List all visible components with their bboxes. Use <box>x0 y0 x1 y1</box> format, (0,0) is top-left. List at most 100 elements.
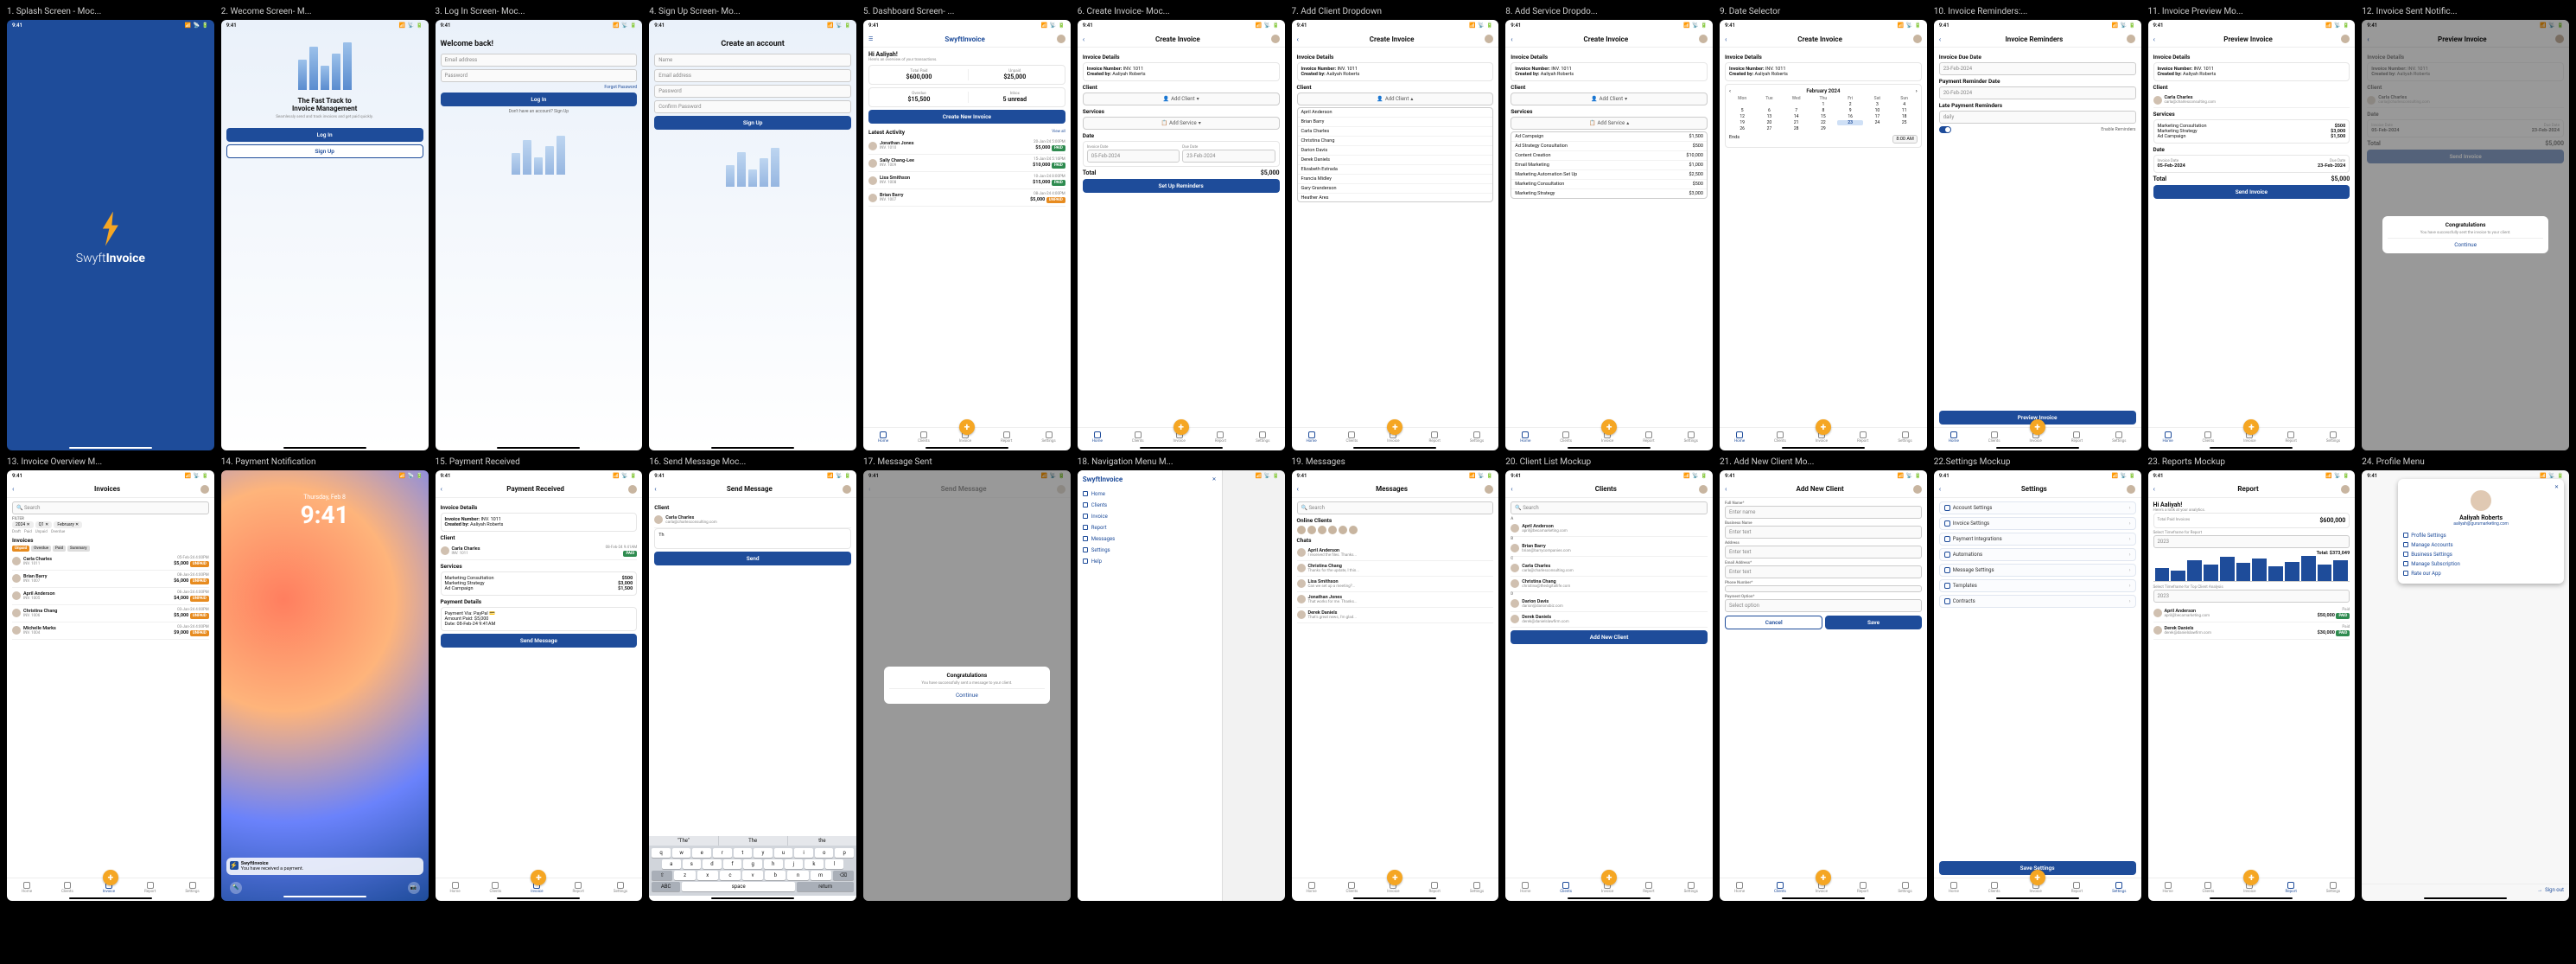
forgot-link[interactable]: Forgot Password <box>441 85 638 90</box>
send-button[interactable]: Send <box>654 552 851 565</box>
name-input[interactable]: Name <box>654 54 851 67</box>
add-client-screen: 9:41📶 📡 🔋 ‹Add New Client Full Name*Ente… <box>1720 470 1927 901</box>
navigation-drawer: SwyftInvoice✕ HomeClientsInvoiceReportMe… <box>1078 470 1223 901</box>
modal-scrim: Congratulations You have successfully se… <box>2362 20 2569 450</box>
close-icon[interactable]: ✕ <box>1212 476 1217 482</box>
settings-row[interactable]: Account Settings› <box>1939 501 2136 514</box>
login-button[interactable]: Log In <box>226 128 423 142</box>
camera-icon[interactable]: 📷 <box>408 882 420 894</box>
search-input[interactable]: 🔍 Search <box>1511 501 1708 514</box>
payment-received-screen: 9:41📶 📡 🔋 ‹Payment Received Invoice Deta… <box>436 470 643 901</box>
tab-report[interactable]: Report <box>1001 431 1012 444</box>
activity-row[interactable]: Jonathan JonesINV. 101020-Jan-24 5:00PM$… <box>868 137 1065 155</box>
payment-notification[interactable]: ⚡ SwyftInvoiceYou have received a paymen… <box>226 858 423 875</box>
avatar[interactable] <box>1057 35 1065 43</box>
cancel-button[interactable]: Cancel <box>1725 616 1822 629</box>
drawer-item[interactable]: Home <box>1083 488 1217 500</box>
profile-item[interactable]: Manage Subscription <box>2403 559 2559 569</box>
email-input[interactable]: Email address <box>441 54 638 67</box>
settings-row[interactable]: Automations› <box>1939 548 2136 561</box>
login-button[interactable]: Log In <box>441 93 638 106</box>
create-invoice-button[interactable]: Create New Invoice <box>868 110 1065 124</box>
search-input[interactable]: 🔍 Search <box>12 501 209 514</box>
send-message-screen: 9:41📶 📡 🔋 ‹Send Message Client Carla Cha… <box>649 470 856 901</box>
profile-item[interactable]: Manage Accounts <box>2403 540 2559 550</box>
send-invoice-button[interactable]: Send Invoice <box>2153 185 2350 199</box>
password-input[interactable]: Password <box>441 69 638 82</box>
send-message-button[interactable]: Send Message <box>441 634 638 648</box>
reminders-screen: 9:41📶 📡 🔋 ‹Invoice Reminders Invoice Due… <box>1934 20 2141 450</box>
bolt-icon <box>98 212 124 246</box>
add-service-select[interactable]: 📋 Add Service ▾ <box>1083 117 1280 130</box>
drawer-item[interactable]: Settings <box>1083 545 1217 556</box>
activity-row[interactable]: Sally Chang-LeeINV. 100915-Jan-24 5:16PM… <box>868 155 1065 172</box>
login-title: Welcome back! <box>441 40 638 48</box>
password-input[interactable]: Password <box>654 85 851 98</box>
lock-screen: 📶 📡 🔋 Thursday, Feb 8 9:41 ⚡ SwyftInvoic… <box>221 470 429 901</box>
view-all-link[interactable]: View all <box>1052 130 1065 134</box>
tab-settings[interactable]: Settings <box>1041 431 1055 444</box>
profile-item[interactable]: Rate our App <box>2403 569 2559 578</box>
settings-row[interactable]: Invoice Settings› <box>1939 517 2136 530</box>
close-icon[interactable]: ✕ <box>2403 484 2559 490</box>
add-client-button[interactable]: Add New Client <box>1511 630 1708 644</box>
menu-icon[interactable]: ☰ <box>868 36 873 42</box>
filter-chip[interactable]: Q1 ✕ <box>35 521 53 528</box>
search-input[interactable]: 🔍 Search <box>1297 501 1494 514</box>
client-list-screen: 9:41📶 📡 🔋 ‹Clients 🔍 Search AApril Ander… <box>1505 470 1713 901</box>
avatar[interactable] <box>1271 35 1280 43</box>
drawer-item[interactable]: Help <box>1083 556 1217 567</box>
drawer-item[interactable]: Report <box>1083 522 1217 533</box>
signup-link[interactable]: Don't have an account? Sign Up <box>441 109 638 114</box>
settings-screen: 9:41📶 📡 🔋 ‹Settings Account Settings›Inv… <box>1934 470 2141 901</box>
filter-chip[interactable]: 2024 ✕ <box>12 521 34 528</box>
revenue-chart <box>2153 556 2350 582</box>
signup-button[interactable]: Sign Up <box>226 144 423 158</box>
settings-row[interactable]: Templates› <box>1939 579 2136 592</box>
invoice-overview-screen: 9:41📶 📡 🔋 ‹Invoices 🔍 Search FILTER 2024… <box>7 470 214 901</box>
dashboard-screen: 9:41📶 📡 🔋 ☰SwyftInvoice Hi Aaliyah! Here… <box>863 20 1071 450</box>
invoice-sent-screen: 9:41📶 📡 🔋 ‹Preview Invoice Invoice Detai… <box>2362 20 2569 450</box>
screen-label: 1. Splash Screen - Moc... <box>7 7 214 16</box>
keyboard-suggestions: "The"Thethe <box>649 836 856 846</box>
calendar-grid[interactable]: MonTueWedThuFriSatSun1234567891011121314… <box>1729 96 1918 131</box>
congrats-modal: Congratulations You have successfully se… <box>2382 216 2548 253</box>
settings-row[interactable]: Contracts› <box>1939 595 2136 608</box>
activity-row[interactable]: Brian BarryINV. 100708-Jan-24 4:00PM$5,0… <box>868 189 1065 207</box>
add-service-dropdown-screen: 9:41📶 📡 🔋 ‹Create Invoice Invoice Detail… <box>1505 20 1713 450</box>
settings-row[interactable]: Message Settings› <box>1939 564 2136 577</box>
add-client-select[interactable]: 👤 Add Client ▾ <box>1083 93 1280 105</box>
fab-add[interactable]: + <box>959 419 975 435</box>
message-sent-screen: 9:41📶 📡 🔋 ‹Send Message Congratulations … <box>863 470 1071 901</box>
settings-row[interactable]: Payment Integrations› <box>1939 533 2136 546</box>
signup-button[interactable]: Sign Up <box>654 116 851 130</box>
drawer-item[interactable]: Invoice <box>1083 511 1217 522</box>
signup-title: Create an account <box>654 40 851 48</box>
drawer-item[interactable]: Clients <box>1083 500 1217 511</box>
signout-button[interactable]: → Sign out <box>2362 884 2569 896</box>
setup-reminders-button[interactable]: Set Up Reminders <box>1083 179 1280 193</box>
tab-home[interactable]: Home <box>878 431 888 444</box>
client-dropdown[interactable]: April AndersonBrian BarryCarla CharlesCh… <box>1297 107 1494 202</box>
service-dropdown[interactable]: Ad Campaign$1,500Ad Strategy Consultatio… <box>1511 131 1708 199</box>
tab-clients[interactable]: Clients <box>918 431 930 444</box>
drawer-item[interactable]: Messages <box>1083 533 1217 545</box>
message-textarea[interactable]: Th <box>654 528 851 549</box>
profile-item[interactable]: Business Settings <box>2403 550 2559 559</box>
save-button[interactable]: Save <box>1825 616 1921 629</box>
confirm-input[interactable]: Confirm Password <box>654 100 851 113</box>
profile-menu-screen: 9:41📶 📡 🔋 ✕ Aaliyah Roberts aaliyah@guru… <box>2362 470 2569 901</box>
messages-screen: 9:41📶 📡 🔋 ‹Messages 🔍 Search Online Clie… <box>1292 470 1499 901</box>
activity-row[interactable]: Lisa SmithsonINV. 100810-Jan-24 8:00PM$1… <box>868 172 1065 189</box>
flashlight-icon[interactable]: 🔦 <box>230 882 242 894</box>
add-client-dropdown-screen: 9:41📶 📡 🔋 ‹Create Invoice Invoice Detail… <box>1292 20 1499 450</box>
enable-toggle[interactable] <box>1939 126 1951 133</box>
continue-button[interactable]: Continue <box>889 688 1045 699</box>
profile-item[interactable]: Profile Settings <box>2403 531 2559 540</box>
keyboard[interactable]: qwertyuiop asdfghjkl ⇧zxcvbnm⌫ ABCspacer… <box>649 846 856 896</box>
back-icon[interactable]: ‹ <box>1083 35 1084 43</box>
email-input[interactable]: Email address <box>654 69 851 82</box>
continue-button[interactable]: Continue <box>2388 238 2543 248</box>
signup-screen: 9:41📶 📡 🔋 Create an account Name Email a… <box>649 20 856 450</box>
filter-chip[interactable]: February ✕ <box>54 521 82 528</box>
